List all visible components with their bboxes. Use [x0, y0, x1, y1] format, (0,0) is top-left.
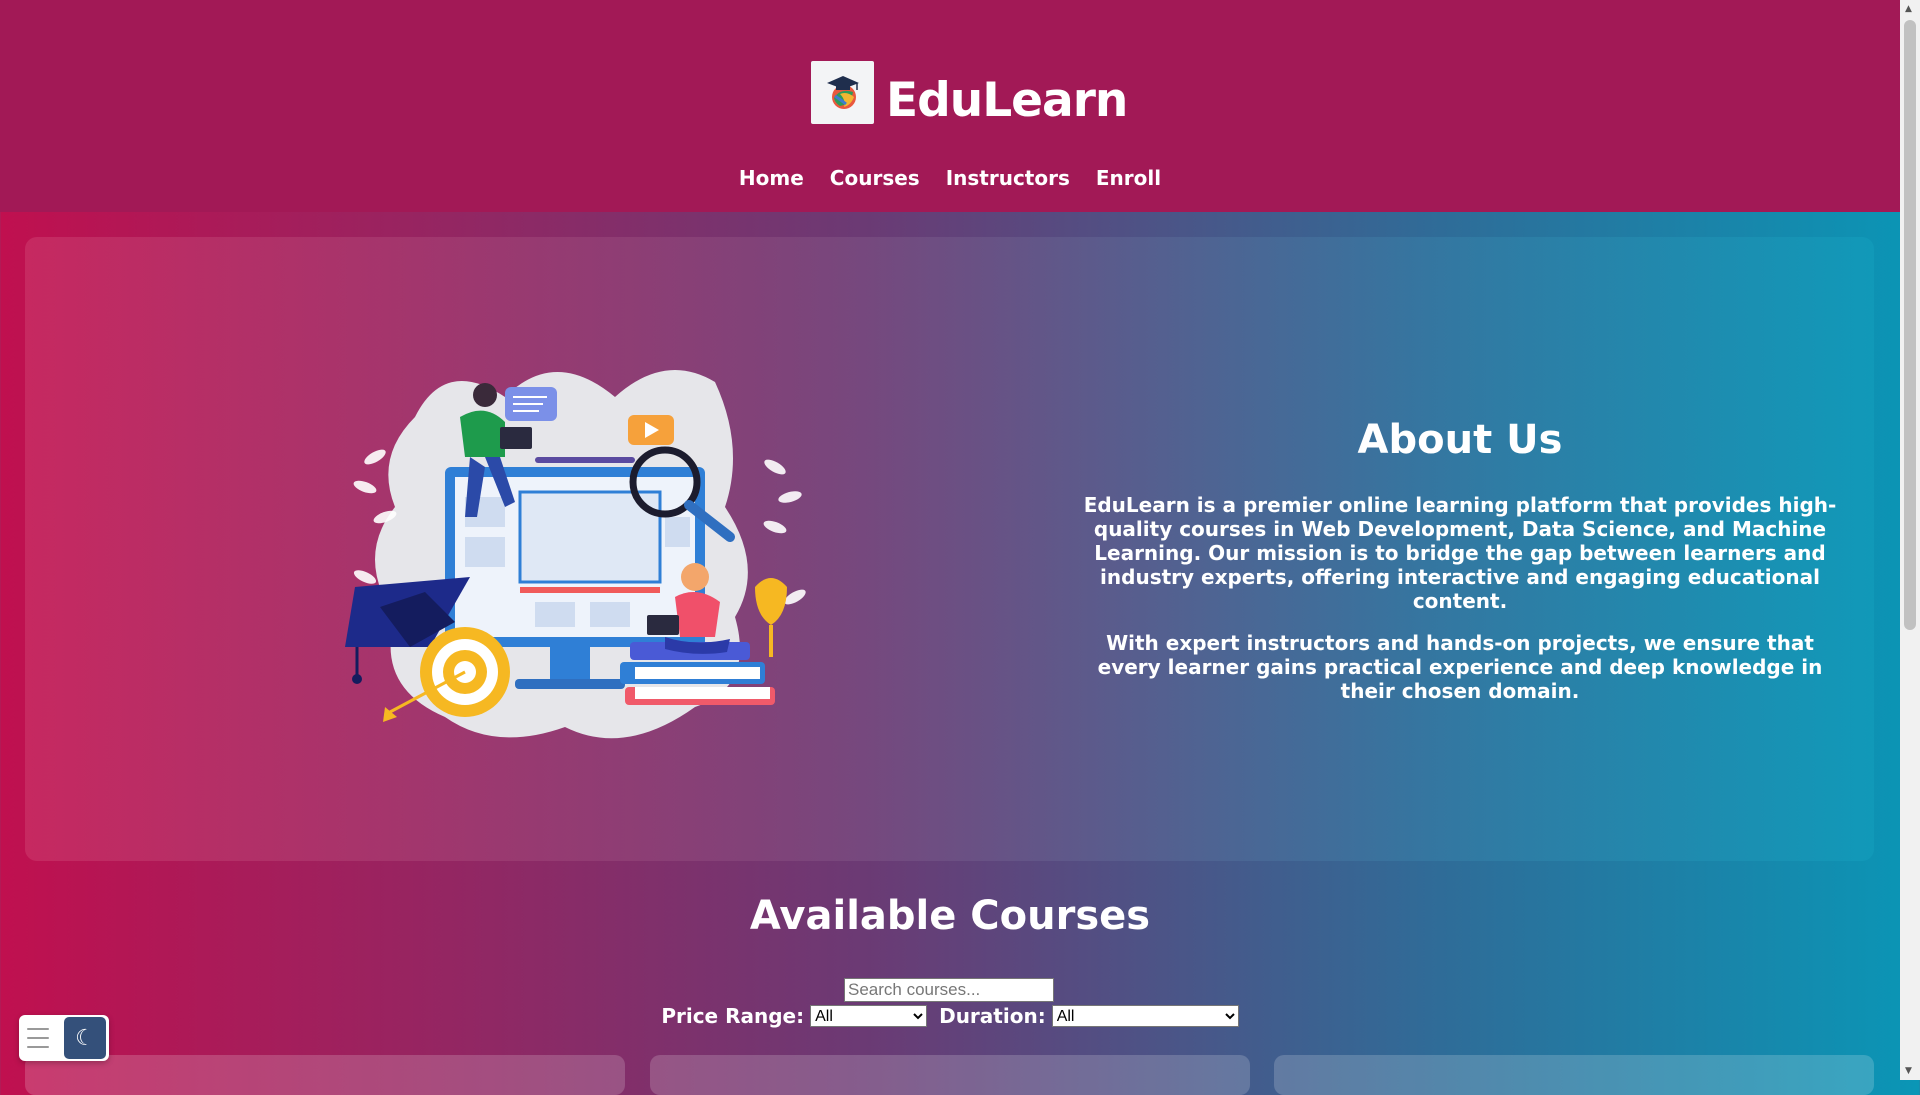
brand[interactable]: EduLearn [811, 57, 1128, 128]
floating-controls: ☾ [19, 1015, 109, 1061]
about-content: About Us EduLearn is a premier online le… [1080, 417, 1840, 721]
scroll-down-icon[interactable]: ▼ [1905, 1066, 1912, 1076]
nav-enroll[interactable]: Enroll [1096, 166, 1161, 190]
courses-title: Available Courses [749, 893, 1151, 939]
about-title: About Us [1357, 417, 1563, 463]
scrollbar-thumb[interactable] [1904, 20, 1916, 630]
price-range-select[interactable]: All [810, 1005, 928, 1027]
about-section: About Us EduLearn is a premier online le… [25, 237, 1874, 861]
about-paragraph-2: With expert instructors and hands-on pro… [1097, 631, 1823, 703]
brand-name: EduLearn [886, 72, 1128, 128]
nav-instructors[interactable]: Instructors [946, 166, 1070, 190]
search-input[interactable] [844, 978, 1054, 1002]
logo [811, 60, 874, 124]
course-filters: Price Range: All Duration: All [0, 1004, 1900, 1028]
site-header: EduLearn Home Courses Instructors Enroll [0, 0, 1900, 212]
hamburger-icon[interactable] [27, 1028, 49, 1048]
course-card[interactable] [1274, 1055, 1874, 1095]
nav-courses[interactable]: Courses [830, 166, 920, 190]
duration-label: Duration: [939, 1004, 1046, 1028]
price-range-label: Price Range: [661, 1004, 805, 1028]
moon-icon[interactable]: ☾ [64, 1017, 106, 1059]
graduation-cap-globe-icon [826, 76, 859, 109]
course-card[interactable] [25, 1055, 625, 1095]
nav-home[interactable]: Home [739, 166, 804, 190]
online-learning-illustration [345, 370, 806, 739]
duration-select[interactable]: All [1051, 1005, 1239, 1027]
course-card[interactable] [650, 1055, 1250, 1095]
main-nav: Home Courses Instructors Enroll [0, 166, 1900, 190]
scrollbar[interactable]: ▲ ▼ [1900, 0, 1920, 1080]
scroll-up-icon[interactable]: ▲ [1905, 4, 1912, 14]
about-paragraph-1: EduLearn is a premier online learning pl… [1083, 493, 1837, 613]
